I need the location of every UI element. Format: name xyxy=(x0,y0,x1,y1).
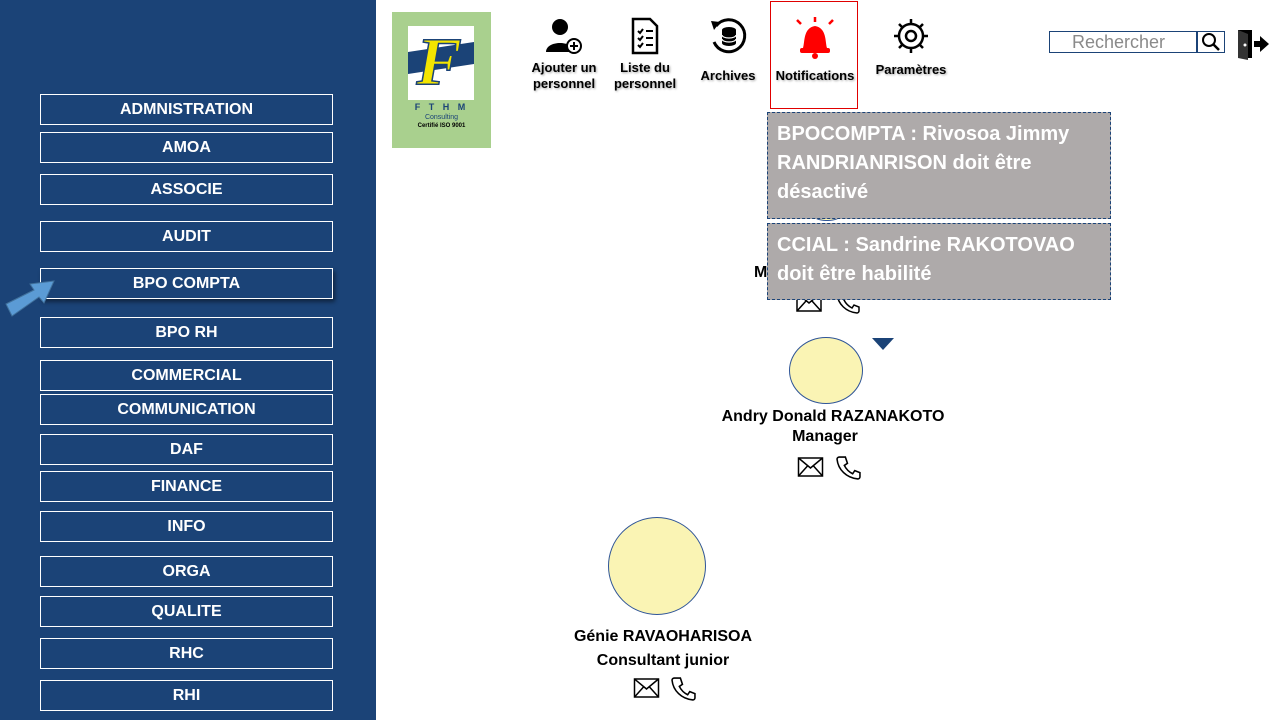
phone-icon[interactable] xyxy=(836,455,861,480)
dept-button-associe[interactable]: ASSOCIE xyxy=(40,174,333,205)
notification-item[interactable]: CCIAL : Sandrine RAKOTOVAO doit être hab… xyxy=(767,223,1111,300)
dept-button-info[interactable]: INFO xyxy=(40,511,333,542)
dept-button-qualite[interactable]: QUALITE xyxy=(40,596,333,627)
add-person-button[interactable]: Ajouter un personnel xyxy=(528,16,600,92)
dept-button-amoa[interactable]: AMOA xyxy=(40,132,333,163)
sidebar: ADMNISTRATION AMOA ASSOCIE AUDIT BPO COM… xyxy=(0,0,376,720)
dept-button-rhc[interactable]: RHC xyxy=(40,638,333,669)
document-list-icon xyxy=(630,16,660,60)
selection-arrow-icon xyxy=(5,280,55,317)
logout-icon xyxy=(1238,30,1269,60)
email-icon[interactable] xyxy=(797,457,824,477)
settings-label: Paramètres xyxy=(875,62,947,77)
settings-button[interactable]: Paramètres xyxy=(874,16,948,78)
logo-cert: Certifié ISO 9001 xyxy=(417,123,466,129)
staff-list-label-line1: Liste du xyxy=(620,60,670,75)
dept-button-administration[interactable]: ADMNISTRATION xyxy=(40,94,333,125)
dept-button-finance[interactable]: FINANCE xyxy=(40,471,333,502)
consultant-role: Consultant junior xyxy=(596,652,730,669)
add-user-icon xyxy=(544,16,584,60)
search-input[interactable] xyxy=(1049,31,1197,53)
dept-button-daf[interactable]: DAF xyxy=(40,434,333,465)
dept-button-communication[interactable]: COMMUNICATION xyxy=(40,394,333,425)
expand-triangle-icon[interactable] xyxy=(871,336,895,352)
consultant-name: Génie RAVAOHARISOA xyxy=(573,628,753,645)
notification-item[interactable]: BPOCOMPTA : Rivosoa Jimmy RANDRIANRISON … xyxy=(767,112,1111,219)
dept-button-orga[interactable]: ORGA xyxy=(40,556,333,587)
dept-button-bpo-rh[interactable]: BPO RH xyxy=(40,317,333,348)
search-icon xyxy=(1202,33,1220,51)
manager-role: Manager xyxy=(792,428,858,445)
logo-letter: F xyxy=(415,23,461,99)
search-button[interactable] xyxy=(1197,31,1225,53)
notifications-button[interactable]: Notifications xyxy=(772,16,858,84)
add-person-label-line1: Ajouter un xyxy=(531,60,597,75)
staff-list-label-line2: personnel xyxy=(613,76,677,91)
dept-button-bpo-compta[interactable]: BPO COMPTA xyxy=(40,268,333,299)
phone-icon[interactable] xyxy=(671,676,696,701)
company-logo: F F T H M Consulting Certifié ISO 9001 xyxy=(392,12,491,148)
manager-name: Andry Donald RAZANAKOTO xyxy=(721,408,945,425)
gear-icon xyxy=(891,16,931,60)
archives-button[interactable]: Archives xyxy=(698,16,758,84)
logo-sub: Consulting xyxy=(424,114,459,121)
archives-label: Archives xyxy=(700,68,756,83)
avatar[interactable] xyxy=(789,337,863,404)
staff-list-button[interactable]: Liste du personnel xyxy=(610,16,680,92)
notifications-label: Notifications xyxy=(775,68,855,83)
dept-button-commercial[interactable]: COMMERCIAL xyxy=(40,360,333,391)
email-icon[interactable] xyxy=(633,678,660,698)
archive-restore-icon xyxy=(708,16,748,60)
logout-button[interactable] xyxy=(1236,28,1270,65)
dept-button-audit[interactable]: AUDIT xyxy=(40,221,333,252)
dept-button-rhi[interactable]: RHI xyxy=(40,680,333,711)
logo-brand: F T H M xyxy=(414,102,469,112)
add-person-label-line2: personnel xyxy=(532,76,596,91)
person-name-partial: M xyxy=(754,264,768,281)
avatar[interactable] xyxy=(608,517,706,615)
alarm-bell-icon xyxy=(793,16,837,60)
